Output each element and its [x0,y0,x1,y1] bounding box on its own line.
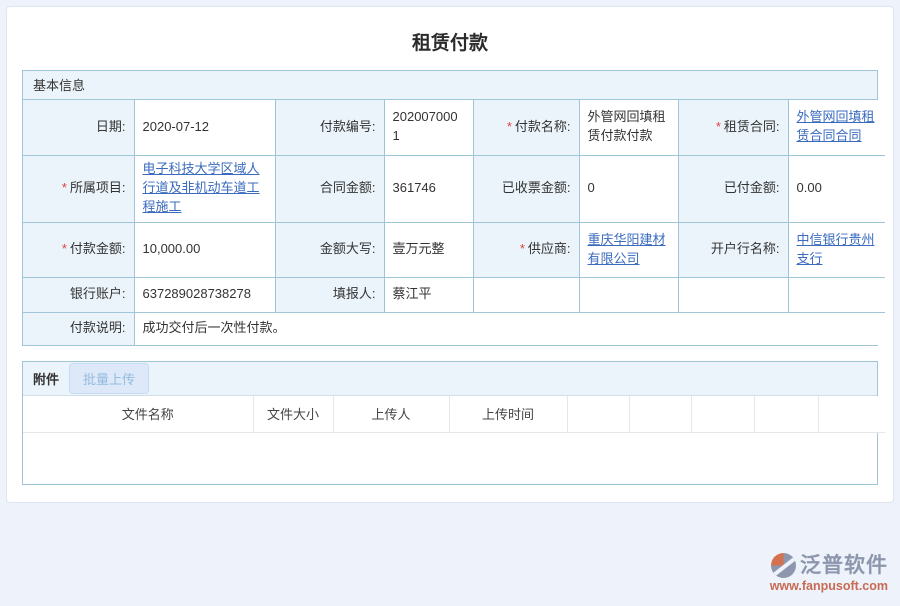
brand-name: 泛普软件 [800,554,888,577]
payment-note-label: 付款说明: [23,312,134,345]
preparer-label: 填报人: [275,277,384,312]
payment-amount-value: 10,000.00 [134,222,275,277]
attachments-table: 文件名称 文件大小 上传人 上传时间 [23,396,885,433]
required-mark: * [62,180,67,195]
paid-amount-label: 已付金额: [678,155,788,222]
basic-info-table: 日期: 2020-07-12 付款编号: 2020070001 *付款名称: 外… [23,100,885,345]
column-header-file-size: 文件大小 [253,396,333,432]
main-panel: 租赁付款 基本信息 日期: 2020-07-12 付款编号: 202007000… [6,6,894,503]
payment-amount-label: *付款金额: [23,222,134,277]
basic-info-section-title: 基本信息 [23,71,877,100]
empty-cell [788,277,885,312]
bank-name-value: 中信银行贵州支行 [788,222,885,277]
empty-column-header [567,396,629,432]
page-title: 租赁付款 [22,7,878,70]
payment-note-value: 成功交付后一次性付款。 [134,312,885,345]
bank-name-label: 开户行名称: [678,222,788,277]
date-value: 2020-07-12 [134,100,275,155]
attachments-title: 附件 [33,369,59,388]
brand-block: 泛普软件 www.fanpusoft.com [770,553,888,593]
required-mark: * [520,241,525,256]
bank-account-value: 637289028738278 [134,277,275,312]
fanpu-logo-icon [771,553,796,578]
column-header-uploader: 上传人 [333,396,449,432]
date-label: 日期: [23,100,134,155]
bank-name-link[interactable]: 中信银行贵州支行 [797,232,875,266]
invoiced-amount-value: 0 [579,155,678,222]
contract-amount-label: 合同金额: [275,155,384,222]
attachments-header: 附件 批量上传 [23,362,877,396]
preparer-value: 蔡江平 [384,277,473,312]
supplier-label: *供应商: [473,222,579,277]
batch-upload-button[interactable]: 批量上传 [69,363,149,394]
column-header-file-name: 文件名称 [23,396,253,432]
lease-contract-link[interactable]: 外管网回填租赁合同合同 [797,109,875,143]
required-mark: * [716,119,721,134]
contract-amount-value: 361746 [384,155,473,222]
empty-column-header [818,396,885,432]
empty-cell [678,277,788,312]
amount-words-value: 壹万元整 [384,222,473,277]
supplier-value: 重庆华阳建材有限公司 [579,222,678,277]
empty-column-header [629,396,691,432]
empty-cell [579,277,678,312]
lease-contract-value: 外管网回填租赁合同合同 [788,100,885,155]
invoiced-amount-label: 已收票金额: [473,155,579,222]
brand-website: www.fanpusoft.com [770,579,888,593]
payment-no-label: 付款编号: [275,100,384,155]
project-label: *所属项目: [23,155,134,222]
amount-words-label: 金额大写: [275,222,384,277]
empty-column-header [691,396,754,432]
attachments-section: 附件 批量上传 文件名称 文件大小 上传人 上传时间 [22,361,878,485]
project-value: 电子科技大学区域人行道及非机动车道工程施工 [134,155,275,222]
payment-name-label: *付款名称: [473,100,579,155]
bank-account-label: 银行账户: [23,277,134,312]
supplier-link[interactable]: 重庆华阳建材有限公司 [588,232,666,266]
footer: 泛普软件 www.fanpusoft.com [0,553,900,593]
payment-name-value: 外管网回填租赁付款付款 [579,100,678,155]
paid-amount-value: 0.00 [788,155,885,222]
required-mark: * [62,241,67,256]
required-mark: * [507,119,512,134]
project-link[interactable]: 电子科技大学区域人行道及非机动车道工程施工 [143,161,260,214]
basic-info-section: 基本信息 日期: 2020-07-12 付款编号: 2020070001 *付款… [22,70,878,346]
empty-cell [473,277,579,312]
attachments-empty-body [23,433,877,484]
lease-contract-label: *租赁合同: [678,100,788,155]
column-header-upload-time: 上传时间 [449,396,567,432]
payment-no-value: 2020070001 [384,100,473,155]
empty-column-header [754,396,818,432]
